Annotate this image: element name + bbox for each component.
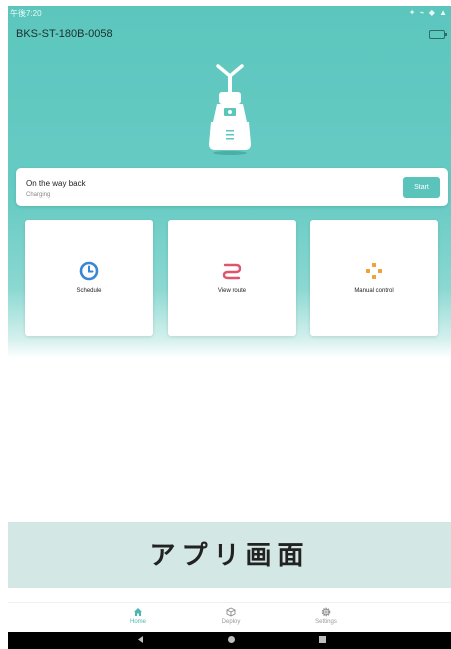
nav-deploy[interactable]: Deploy [201, 607, 261, 625]
view-route-label: View route [217, 288, 247, 294]
schedule-label: Schedule [76, 288, 102, 294]
back-icon[interactable] [136, 635, 145, 644]
nav-home-label: Home [129, 619, 146, 625]
nav-settings-label: Settings [315, 619, 337, 625]
route-icon [222, 263, 242, 280]
nav-deploy-label: Deploy [221, 619, 241, 625]
bottom-nav: Home Deploy Settings [8, 602, 451, 633]
battery-icon [429, 30, 447, 39]
schedule-tile[interactable]: Schedule [25, 220, 153, 336]
robot-status-card: On the way back Charging Start [16, 168, 448, 206]
device-name: BKS-ST-180B-0058 [16, 28, 113, 40]
status-time: 午後7:20 [10, 9, 42, 18]
system-nav-bar [8, 632, 451, 649]
start-button[interactable]: Start [403, 177, 440, 198]
manual-control-tile[interactable]: Manual control [310, 220, 438, 336]
gear-icon [321, 607, 331, 617]
nav-settings[interactable]: Settings [296, 607, 356, 625]
status-bar: 午後7:20 ✦ ⌁ ◆ ▲ [8, 6, 451, 20]
home-icon [134, 608, 142, 616]
nav-home[interactable]: Home [108, 607, 168, 625]
robot-illustration [209, 64, 251, 155]
clock-icon [79, 261, 99, 281]
gamepad-icon [366, 263, 382, 279]
manual-control-label: Manual control [354, 288, 394, 294]
app-screen-caption: アプリ画面 [8, 522, 451, 588]
robot-status-title: On the way back [26, 179, 86, 188]
view-route-tile[interactable]: View route [168, 220, 296, 336]
app-screen: 午後7:20 ✦ ⌁ ◆ ▲ BKS-ST-180B-0058 On the w… [8, 6, 451, 649]
status-icons: ✦ ⌁ ◆ ▲ [408, 8, 448, 17]
home-circle-icon[interactable] [227, 635, 236, 644]
hero-panel: 午後7:20 ✦ ⌁ ◆ ▲ BKS-ST-180B-0058 On the w… [8, 6, 451, 358]
robot-status-subtitle: Charging [26, 192, 51, 198]
deploy-icon [226, 607, 236, 617]
recents-icon[interactable] [318, 635, 327, 644]
